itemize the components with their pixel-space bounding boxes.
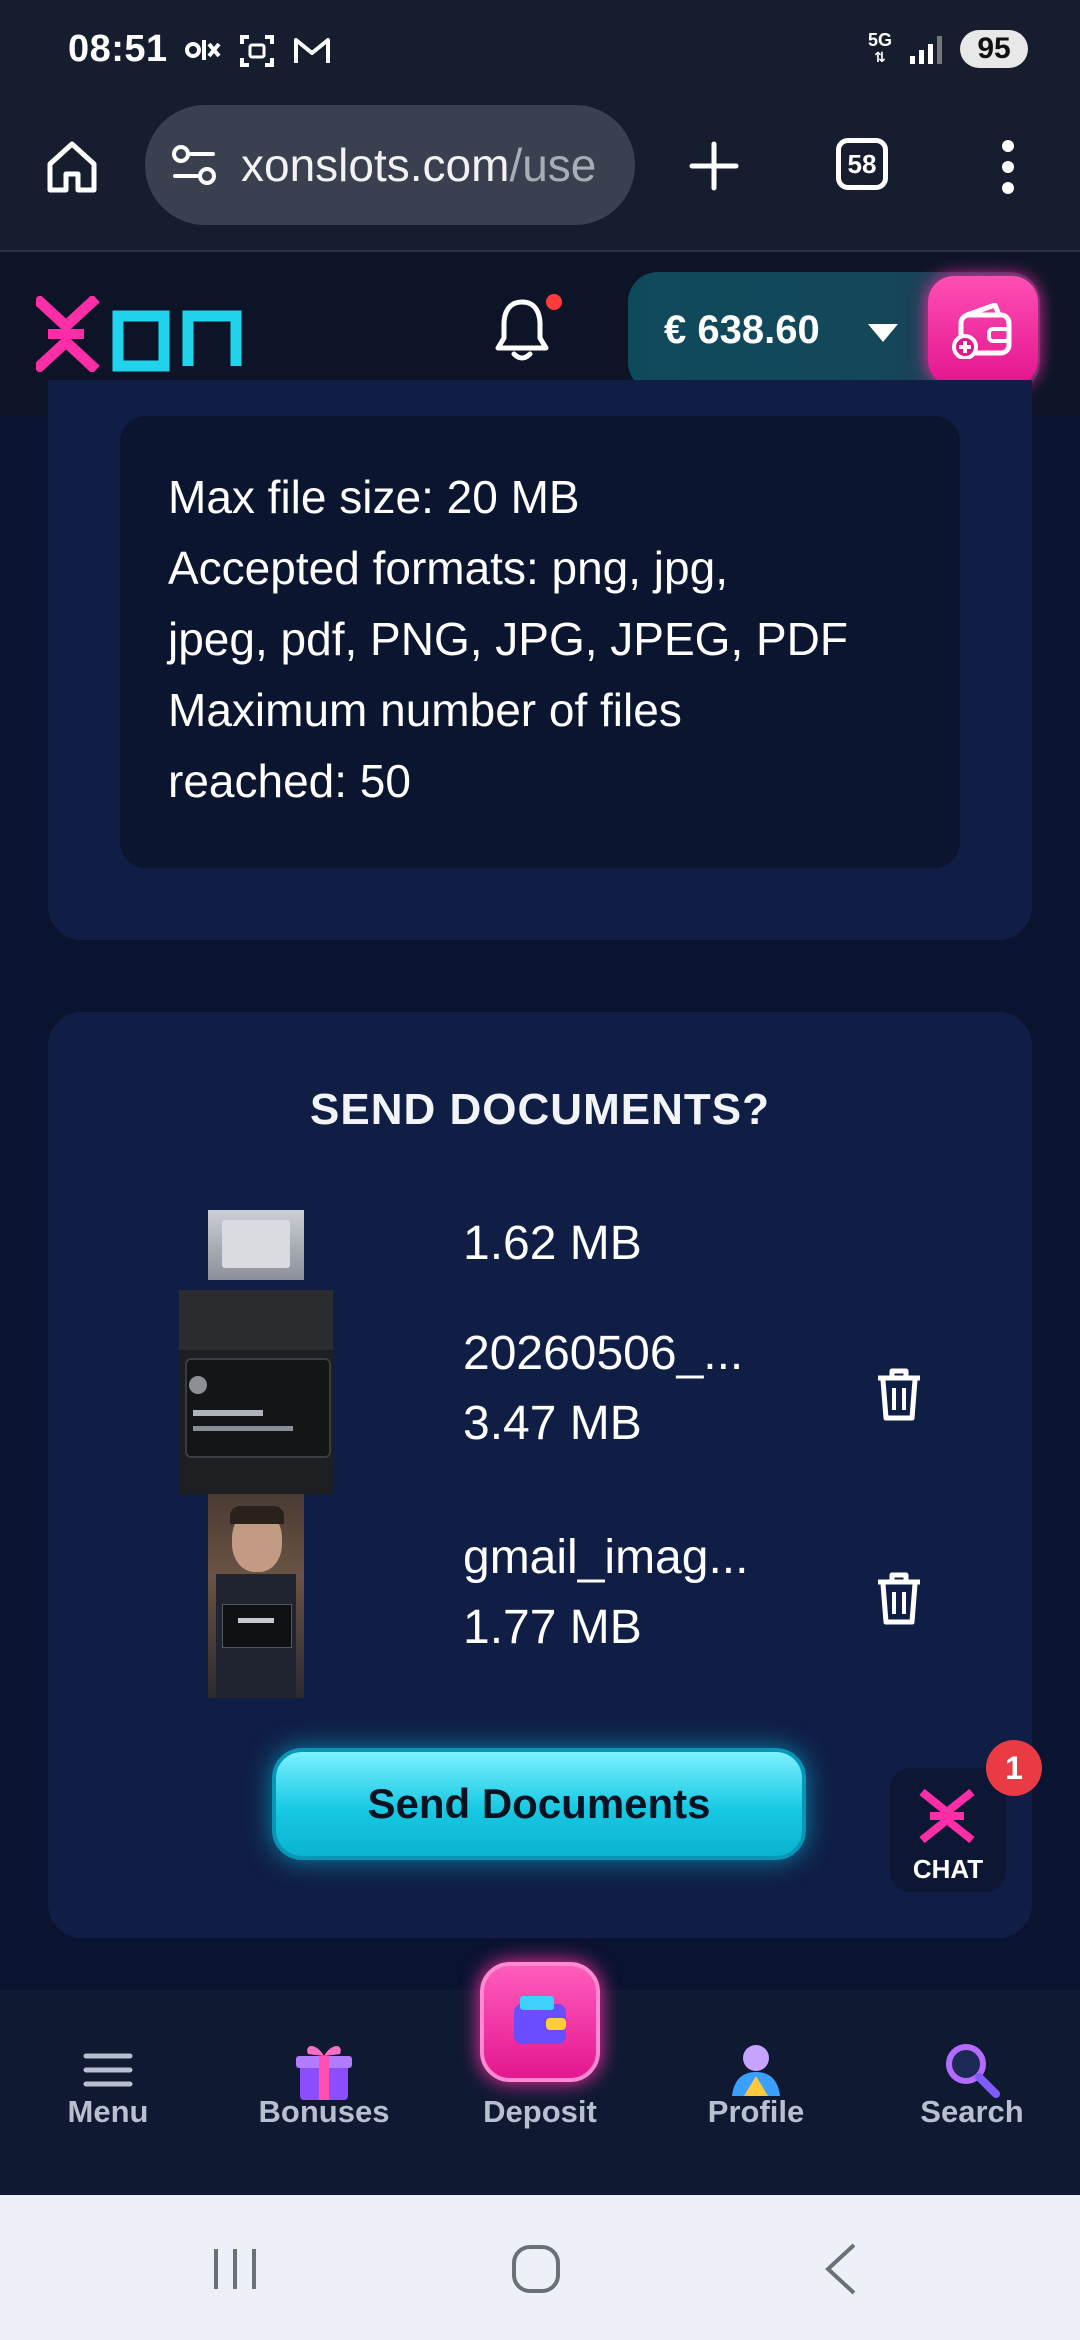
file-thumbnail (208, 1494, 304, 1698)
accepted-formats-text: Accepted formats: png, jpg, (168, 542, 728, 594)
max-file-size-text: Max file size: 20 MB (168, 471, 580, 523)
notification-dot (546, 294, 562, 310)
balance-amount[interactable]: € 638.60 (664, 308, 820, 353)
olx-icon (185, 36, 221, 71)
file-name: 20260506_... (463, 1327, 744, 1380)
max-files-text-cont: reached: 50 (168, 755, 411, 807)
file-row: gmail_imag... 1.77 MB (48, 1494, 1032, 1698)
wallet-icon (514, 1996, 566, 2044)
url-text[interactable]: xonslots.com/use (241, 138, 631, 192)
recent-apps-icon[interactable] (210, 2245, 260, 2293)
nav-bonuses[interactable]: Bonuses (224, 1990, 424, 2195)
site-settings-icon[interactable] (167, 138, 221, 192)
deposit-button[interactable] (480, 1962, 600, 2082)
delete-file-trash-icon[interactable] (874, 1570, 924, 1628)
nav-profile[interactable]: Profile (656, 1990, 856, 2195)
nav-menu[interactable]: Menu (8, 1990, 208, 2195)
nav-label: Bonuses (258, 2094, 390, 2129)
xon-x-icon (919, 1788, 975, 1844)
chat-label: CHAT (912, 1854, 984, 1884)
status-bar: 08:51 5G ⇅ 95 (0, 0, 1080, 100)
nav-label: Profile (707, 2094, 805, 2129)
address-bar[interactable]: xonslots.com/use (145, 105, 635, 225)
send-documents-title: SEND DOCUMENTS? (310, 1085, 770, 1134)
chevron-down-icon[interactable] (868, 324, 898, 342)
new-tab-icon[interactable] (688, 140, 740, 192)
screenshot-icon (239, 34, 275, 73)
url-path: /use (509, 139, 597, 191)
wallet-icon (952, 303, 1012, 359)
chat-button[interactable]: CHAT (890, 1768, 1006, 1892)
battery-indicator: 95 (960, 30, 1028, 68)
back-icon[interactable] (822, 2241, 860, 2297)
accepted-formats-text-cont: jpeg, pdf, PNG, JPG, JPEG, PDF (168, 613, 849, 665)
status-right-icons: 5G ⇅ 95 (868, 30, 1028, 68)
nav-label: Menu (67, 2094, 149, 2129)
uploaded-files-list[interactable]: 1.62 MB 20260506_... 3.47 MB gmail_imag.… (48, 1210, 1032, 1700)
file-size: 1.77 MB (463, 1601, 642, 1654)
file-name: gmail_imag... (463, 1531, 749, 1584)
home-icon[interactable] (42, 136, 102, 196)
file-row: 20260506_... 3.47 MB (48, 1290, 1032, 1494)
home-button-icon[interactable] (510, 2243, 562, 2295)
nav-search[interactable]: Search (872, 1990, 1072, 2195)
network-type: 5G (867, 30, 892, 50)
browser-toolbar: xonslots.com/use 58 (0, 100, 1080, 252)
status-time: 08:51 (68, 28, 168, 70)
tab-switcher-button[interactable]: 58 (836, 138, 888, 190)
status-notification-icons (185, 34, 331, 73)
gmail-icon (293, 36, 331, 71)
more-options-icon[interactable] (1000, 138, 1016, 196)
file-row: 1.62 MB (48, 1210, 1032, 1280)
file-thumbnail (208, 1210, 304, 1280)
chat-unread-badge: 1 (986, 1740, 1042, 1796)
delete-file-trash-icon[interactable] (874, 1366, 924, 1424)
max-files-text: Maximum number of files (168, 684, 682, 736)
file-thumbnail (179, 1290, 333, 1494)
file-size: 3.47 MB (463, 1397, 642, 1450)
url-domain: xonslots.com (241, 139, 510, 191)
xon-logo[interactable] (36, 296, 250, 372)
signal-icon (910, 34, 942, 64)
file-size: 1.62 MB (463, 1217, 642, 1270)
wallet-deposit-button[interactable] (928, 276, 1038, 386)
android-navigation-bar (0, 2195, 1080, 2340)
nav-label: Search (920, 2094, 1024, 2129)
nav-label: Deposit (483, 2094, 597, 2129)
notifications-bell-icon[interactable] (490, 294, 554, 366)
send-documents-button[interactable]: Send Documents (272, 1748, 806, 1860)
network-5g-icon: 5G ⇅ (867, 30, 892, 65)
